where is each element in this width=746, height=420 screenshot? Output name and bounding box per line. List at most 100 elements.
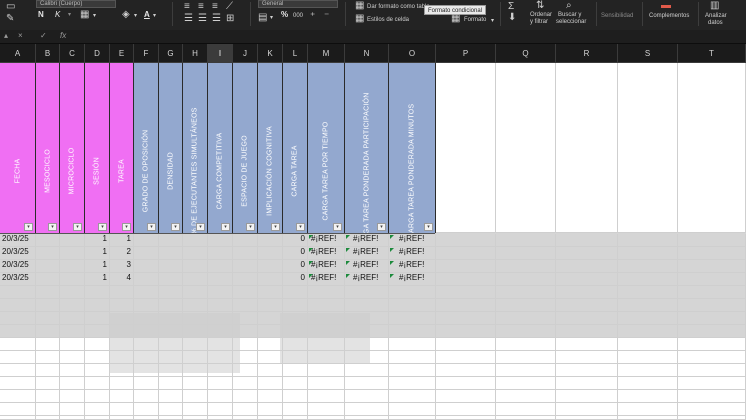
grid-cell[interactable] — [389, 351, 436, 364]
grid-cell[interactable] — [60, 351, 85, 364]
grid-cell[interactable] — [496, 234, 556, 247]
header-cell-o[interactable]: CARGA TAREA PONDERADA MINUTOS ▾ — [389, 63, 436, 233]
grid-cell[interactable] — [134, 260, 159, 273]
grid-cell[interactable] — [183, 377, 208, 390]
grid-cell[interactable] — [0, 338, 36, 351]
grid-cell[interactable] — [0, 403, 36, 416]
grid-cell[interactable] — [208, 416, 233, 420]
grid-cell[interactable] — [556, 416, 618, 420]
grid-cell[interactable] — [134, 299, 159, 312]
grid-cell[interactable] — [345, 325, 389, 338]
grid-cell[interactable] — [496, 312, 556, 325]
grid-cell[interactable] — [159, 234, 183, 247]
grid-cell[interactable] — [436, 390, 496, 403]
grid-cell[interactable] — [159, 364, 183, 377]
header-cell-n[interactable]: CARGA TAREA PONDERADA PARTICIPACIÓN ▾ — [345, 63, 389, 233]
grid-cell[interactable] — [389, 338, 436, 351]
grid-cell[interactable] — [258, 403, 283, 416]
grid-cell[interactable] — [60, 273, 85, 286]
grid-cell[interactable] — [183, 286, 208, 299]
grid-cell[interactable] — [556, 403, 618, 416]
grid-cell[interactable] — [345, 338, 389, 351]
grid-cell[interactable] — [436, 338, 496, 351]
grid-cell[interactable] — [436, 273, 496, 286]
sort-filter-label-1[interactable]: Ordenar — [530, 12, 552, 18]
grid-cell[interactable] — [85, 377, 110, 390]
grid-cell[interactable] — [134, 351, 159, 364]
grid-cell[interactable] — [233, 351, 258, 364]
sort-filter-icon[interactable]: ⇅ — [536, 0, 544, 11]
column-header-a[interactable]: A — [0, 44, 36, 63]
grid-cell[interactable] — [36, 338, 60, 351]
align-bottom-icon[interactable]: ≡ — [212, 1, 218, 12]
grid-cell[interactable] — [556, 325, 618, 338]
column-header-e[interactable]: E — [110, 44, 134, 63]
grid-cell[interactable] — [36, 312, 60, 325]
grid-cell[interactable] — [258, 273, 283, 286]
find-select-icon[interactable]: ⌕ — [566, 0, 572, 11]
grid-cell[interactable] — [389, 364, 436, 377]
grid-cell[interactable] — [436, 234, 496, 247]
grid-cell[interactable] — [556, 377, 618, 390]
format-as-table-icon[interactable]: ▦ — [355, 0, 364, 11]
cell-styles-button[interactable]: Estilos de celda — [367, 17, 409, 23]
grid-cell[interactable] — [0, 364, 36, 377]
grid-cell[interactable] — [556, 299, 618, 312]
grid-cell[interactable] — [556, 351, 618, 364]
decrease-decimal-icon[interactable]: ⁻ — [324, 11, 329, 22]
grid-cell[interactable] — [283, 403, 308, 416]
header-cell-l[interactable]: CARGA TAREA ▾ — [283, 63, 308, 233]
grid-cell[interactable] — [0, 416, 36, 420]
grid-cell[interactable] — [496, 403, 556, 416]
grid-cell[interactable] — [159, 338, 183, 351]
column-header-s[interactable]: S — [618, 44, 678, 63]
error-indicator-icon[interactable] — [309, 235, 313, 239]
number-format-box[interactable]: General — [258, 0, 338, 8]
grid-cell[interactable] — [233, 403, 258, 416]
grid-cell[interactable] — [159, 260, 183, 273]
filter-dropdown-icon[interactable]: ▾ — [48, 223, 57, 231]
grid-cell[interactable] — [233, 312, 258, 325]
grid-cell[interactable] — [389, 403, 436, 416]
grid-cell[interactable] — [496, 390, 556, 403]
grid-cell[interactable] — [208, 338, 233, 351]
addins-button[interactable]: Complementos — [649, 13, 689, 19]
grid-cell[interactable] — [556, 260, 618, 273]
grid-cell[interactable] — [183, 247, 208, 260]
grid-cell[interactable] — [496, 351, 556, 364]
grid-cell[interactable] — [159, 273, 183, 286]
grid-cell[interactable] — [233, 377, 258, 390]
column-header-i[interactable]: I — [208, 44, 233, 63]
grid-cell[interactable] — [389, 390, 436, 403]
column-header-f[interactable]: F — [134, 44, 159, 63]
enter-button[interactable]: ✓ — [40, 31, 47, 40]
grid-cell[interactable] — [389, 299, 436, 312]
grid-cell[interactable] — [85, 351, 110, 364]
filter-dropdown-icon[interactable]: ▾ — [333, 223, 342, 231]
grid-cell[interactable] — [110, 416, 134, 420]
grid-cell[interactable] — [134, 416, 159, 420]
grid-cell[interactable] — [110, 286, 134, 299]
grid-cell[interactable] — [110, 299, 134, 312]
column-header-n[interactable]: N — [345, 44, 389, 63]
cancel-button[interactable]: × — [18, 31, 23, 40]
grid-cell[interactable] — [159, 351, 183, 364]
thousands-button[interactable]: 000 — [293, 13, 303, 19]
grid-cell[interactable] — [496, 377, 556, 390]
grid-cell[interactable] — [258, 325, 283, 338]
addins-icon[interactable]: ▬ — [661, 0, 671, 11]
grid-cell[interactable] — [258, 338, 283, 351]
error-indicator-icon[interactable] — [346, 235, 350, 239]
filter-dropdown-icon[interactable]: ▾ — [221, 223, 230, 231]
filter-dropdown-icon[interactable]: ▾ — [424, 223, 433, 231]
grid-cell[interactable] — [208, 403, 233, 416]
filter-dropdown-icon[interactable]: ▾ — [24, 223, 33, 231]
column-header-p[interactable]: P — [436, 44, 496, 63]
underline-dropdown-icon[interactable]: ▾ — [68, 11, 71, 18]
column-header-l[interactable]: L — [283, 44, 308, 63]
grid-cell[interactable] — [436, 325, 496, 338]
format-cells-icon[interactable]: ▦ — [451, 13, 460, 24]
grid-cell[interactable] — [283, 325, 308, 338]
grid-cell[interactable] — [389, 416, 436, 420]
header-cell-i[interactable]: CARGA COMPETITIVA ▾ — [208, 63, 233, 233]
